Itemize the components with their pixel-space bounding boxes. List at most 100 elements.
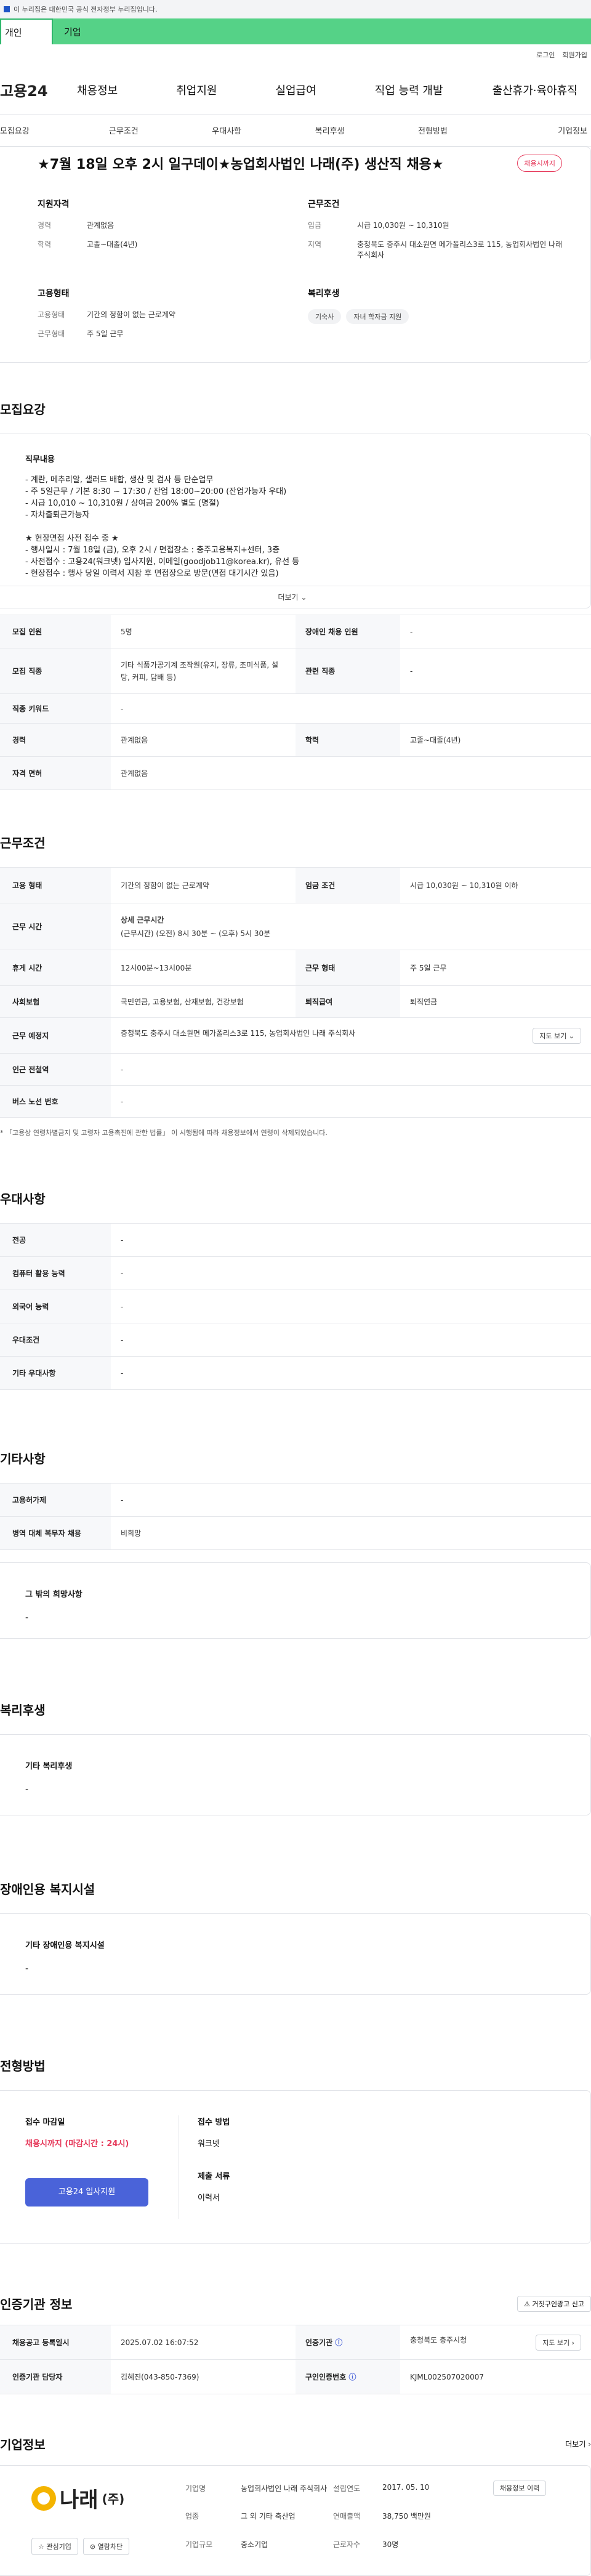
hours-subtitle: 상세 근무시간 [121,915,164,924]
welfare-subtitle: 기타 복리후생 [25,1762,73,1771]
report-ad-button[interactable]: ⚠ 거짓구인광고 신고 [517,2295,591,2312]
map-button-label: 지도 보기 [542,2338,570,2347]
row-key: 경력 [0,723,111,757]
row-value: 기간의 정함이 없는 근로계약 [111,867,296,903]
report-ad-label: 거짓구인광고 신고 [532,2299,584,2308]
conditions-section-title: 근무조건 [0,836,46,850]
row-value: - [111,1290,591,1323]
row-key: 모집 인원 [0,615,111,648]
agency-key-label: 인증기관 [305,2338,333,2347]
row-value: 충청북도 충주시 대소원면 메가폴리스3로 115, 농업회사법인 나래 주식회… [111,1017,591,1054]
row-value: - [111,1483,591,1517]
row-value: - [111,693,591,724]
row-value: 주 5일 근무 [400,950,591,986]
row-value: - [111,1256,591,1290]
top-links: 로그인 회원가입 [0,44,591,65]
table-row: 우대조건 - [0,1323,591,1357]
disability-subtitle: 기타 장애인용 복지시설 [25,1941,105,1950]
tab-company[interactable]: 기업 [53,18,591,44]
company-section-title: 기업정보 [0,2437,46,2452]
work-condition-block: 근무조건 임금 시급 10,030원 ~ 10,310원 지역 충청북도 충주시 대… [308,198,578,269]
company-header: 기업정보 더보기 › [0,2435,591,2453]
tab-company-info[interactable]: 기업정보 [484,124,591,136]
table-row: 휴게 시간 12시00분~13시00분 근무 형태 주 5일 근무 [0,950,591,986]
work-condition-title: 근무조건 [308,200,340,209]
chevron-down-icon: ⌄ [300,592,307,602]
row-value: 상세 근무시간 (근무시간) (오전) 8시 30분 ~ (오후) 5시 30분 [111,903,591,950]
row-key: 버스 노선 번호 [0,1085,111,1118]
info-icon[interactable]: ⓘ [335,2338,342,2347]
block-label: 열람차단 [97,2543,123,2551]
qualification-title: 지원자격 [38,200,70,209]
table-row: 모집 인원 5명 장애인 채용 인원 - [0,615,591,648]
job-history-button[interactable]: 채용정보 이력 [493,2481,547,2496]
info-icon[interactable]: ⓘ [348,2373,356,2381]
chevron-down-icon: ⌄ [568,1032,574,1040]
row-value: - [111,1053,591,1086]
nav-support[interactable]: 취업지원 [176,82,217,98]
row-value: - [111,1223,591,1257]
block-view-button[interactable]: ⊘ 열람차단 [82,2538,130,2555]
row-key: 인증기관 ⓘ [296,2325,400,2360]
more-button[interactable]: 더보기 ⌄ [0,586,590,608]
preference-section-title: 우대사항 [0,1192,46,1206]
tab-selection[interactable]: 전형방법 [381,124,484,136]
nav-unemployment[interactable]: 실업급여 [276,82,316,98]
login-link[interactable]: 로그인 [536,50,555,60]
detail-key: 기업명 [185,2484,206,2493]
employment-title: 고용형태 [38,289,70,299]
tab-conditions[interactable]: 근무조건 [72,124,175,136]
nav-training[interactable]: 직업 능력 개발 [375,82,443,98]
map-button[interactable]: 지도 보기 ⌄ [533,1027,581,1044]
cert-header: 인증기관 정보 ⚠ 거짓구인광고 신고 [0,2295,591,2312]
company-logo-area: 나래 (주) ☆ 관심기업 ⊘ 열람차단 [31,2483,185,2558]
nav-leave[interactable]: 출산휴가·육아휴직 [492,82,577,98]
row-key: 모집 직종 [0,648,111,694]
table-row: 인증기관 담당자 김혜진(043-850-7369) 구인인증번호 ⓘ KJML… [0,2359,591,2394]
disability-box: 기타 장애인용 복지시설 - [0,1913,591,1995]
row-value: 비희망 [111,1516,591,1550]
tab-welfare[interactable]: 복리후생 [278,124,381,136]
agency-map-button[interactable]: 지도 보기 › [536,2334,581,2351]
etc-section-title: 기타사항 [0,1452,46,1466]
summary-value: 충청북도 충주시 대소원면 메가폴리스3로 115, 농업회사법인 나래 주식회… [357,240,563,259]
summary-key: 학력 [38,240,52,249]
table-row: 기타 우대사항 - [0,1356,591,1390]
company-logo-suffix: (주) [102,2492,125,2506]
history-area: 채용정보 이력 [493,2481,547,2558]
company-staff: 30명 [382,2540,399,2549]
detail-key: 업종 [185,2512,199,2521]
tab-recruit[interactable]: 모집요강 [0,124,72,136]
company-details: 기업명 농업회사법인 나래 주식회사 설립연도 2017. 05. 10 업종 … [185,2483,475,2558]
signup-link[interactable]: 회원가입 [563,50,587,60]
summary-value: 관계없음 [87,221,115,230]
row-key: 컴퓨터 활용 능력 [0,1256,111,1290]
deadline-col: 접수 마감일 채용시까지 (마감시간 : 24시) 고용24 입사지원 [25,2115,179,2219]
table-row: 경력 관계없음 학력 고졸~대졸(4년) [0,723,591,757]
summary-key: 고용형태 [38,310,65,319]
duty-text: - 계란, 메추리알, 샐러드 배합, 생산 및 검사 등 단순업무 - 주 5… [25,475,300,578]
table-row: 인근 전철역 - [0,1053,591,1086]
docs-label: 제출 서류 [198,2172,230,2181]
docs-value: 이력서 [198,2194,220,2203]
method-value: 워크넷 [198,2139,220,2149]
table-row: 사회보험 국민연금, 고용보험, 산재보험, 건강보험 퇴직급여 퇴직연금 [0,985,591,1018]
welfare-chip: 기숙사 [308,309,342,324]
tab-preference[interactable]: 우대사항 [175,124,278,136]
cert-table: 채용공고 등록일시 2025.07.02 16:07:52 인증기관 ⓘ 충청북… [0,2325,591,2394]
interest-company-button[interactable]: ☆ 관심기업 [31,2538,78,2555]
row-key: 우대조건 [0,1323,111,1357]
row-key: 장애인 채용 인원 [296,615,400,648]
employment-block: 고용형태 고용형태 기간의 정함이 없는 근로계약 근무형태 주 5일 근무 [38,287,308,347]
row-value: 국민연금, 고용보험, 산재보험, 건강보험 [111,985,296,1018]
nav-jobs[interactable]: 채용정보 [77,82,118,98]
row-key: 구인인증번호 ⓘ [296,2359,400,2394]
row-value: 기타 식품가공기계 조작원(유지, 장류, 조미식품, 설탕, 커피, 담배 등… [111,648,296,694]
site-logo[interactable]: 고용24 [0,79,68,100]
summary-value: 시급 10,030원 ~ 10,310원 [357,221,449,230]
conditions-table: 고용 형태 기간의 정함이 없는 근로계약 임금 조건 시급 10,030원 ~… [0,867,591,1118]
tab-personal[interactable]: 개인 [0,18,53,44]
company-more-link[interactable]: 더보기 › [565,2439,591,2449]
deadline-label: 접수 마감일 [25,2118,65,2127]
apply-button[interactable]: 고용24 입사지원 [25,2178,148,2207]
